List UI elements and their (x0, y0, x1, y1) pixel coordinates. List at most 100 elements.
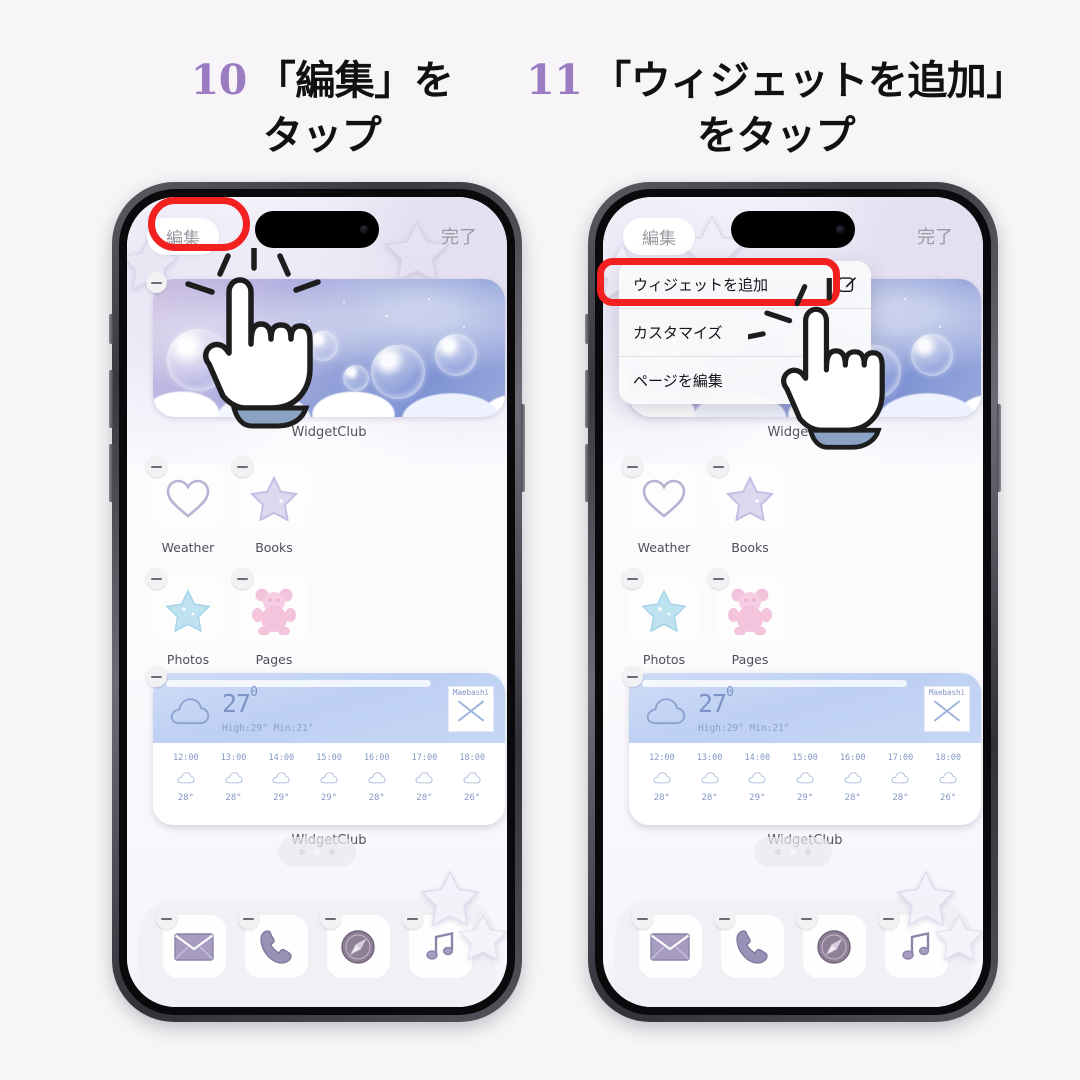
edit-square-icon (838, 277, 857, 293)
phone-mockup-step-10: 編集 完了 WidgetClub Weather Books Photos Pa… (109, 182, 525, 1022)
app-books[interactable]: Books (708, 456, 785, 555)
cloud-icon (368, 772, 386, 784)
edit-button[interactable]: 編集 (623, 217, 695, 255)
app-grid: Weather Books Photos Pages (622, 456, 981, 687)
weather-progress-bar (642, 680, 907, 687)
menu-item-customize[interactable]: カスタマイズ (619, 308, 871, 356)
remove-app-icon[interactable] (232, 456, 253, 477)
app-row: Weather Books (146, 456, 505, 555)
hourly-forecast: 12:00 28° 13:00 28° 14:00 29° 15:00 29° 16:0… (629, 743, 981, 812)
dock-phone[interactable] (713, 908, 784, 978)
page-dot[interactable] (299, 849, 305, 855)
cloud-decoration (153, 367, 505, 417)
cloud-icon (844, 772, 862, 784)
done-button[interactable]: 完了 (441, 223, 481, 249)
dock (615, 899, 971, 1007)
volume-up-button[interactable] (585, 370, 589, 428)
page-dot-active[interactable] (314, 849, 320, 855)
step-10-text2: タップ (262, 113, 382, 160)
tutorial-page: 10 「編集」を タップ 11 「ウィジェットを追加」 をタップ 編集 完了 W… (0, 0, 1080, 1080)
app-weather[interactable]: Weather (146, 456, 223, 555)
remove-app-icon[interactable] (232, 568, 253, 589)
remove-app-icon[interactable] (146, 568, 167, 589)
cloud-icon (653, 772, 671, 784)
menu-item-label: ウィジェットを追加 (633, 276, 769, 294)
remove-app-icon[interactable] (622, 568, 643, 589)
app-pages[interactable]: Pages (708, 568, 785, 667)
remove-app-icon[interactable] (795, 908, 817, 929)
remove-app-icon[interactable] (319, 908, 341, 929)
step-11-text2: をタップ (697, 113, 856, 160)
weather-widget-container[interactable]: 270 High:29° Min:21° Maebashi 12:00 28° … (146, 666, 505, 848)
hour-cell: 18:00 26° (935, 753, 961, 803)
dock-mail[interactable] (631, 908, 702, 978)
hour-cell: 18:00 26° (459, 753, 485, 803)
high-low-temperature: High:29° Min:21° (698, 723, 790, 734)
hour-cell: 16:00 28° (363, 753, 390, 803)
app-label: Weather (161, 540, 215, 555)
hour-cell: 15:00 29° (316, 753, 342, 803)
remove-app-icon[interactable] (708, 568, 729, 589)
hero-widget[interactable] (153, 279, 505, 417)
phone-bezel: 編集 完了 WidgetClub Weather Books Photos Pa… (119, 189, 515, 1015)
silent-switch[interactable] (109, 314, 113, 344)
volume-down-button[interactable] (585, 444, 589, 502)
power-button[interactable] (521, 404, 525, 492)
location-name: Maebashi (928, 688, 966, 697)
remove-app-icon[interactable] (146, 456, 167, 477)
app-weather[interactable]: Weather (622, 456, 699, 555)
remove-app-icon[interactable] (708, 456, 729, 477)
remove-app-icon[interactable] (155, 908, 177, 929)
app-photos[interactable]: Photos (146, 568, 223, 667)
dock-music[interactable] (401, 908, 472, 978)
weather-widget-container[interactable]: 270 High:29° Min:21° Maebashi 12:00 28° … (622, 666, 981, 848)
dock-mail[interactable] (155, 908, 226, 978)
remove-widget-icon[interactable] (146, 272, 167, 293)
cloud-icon (701, 772, 719, 784)
page-dot[interactable] (805, 849, 811, 855)
cloud-icon (170, 698, 210, 725)
page-dot-active[interactable] (790, 849, 796, 855)
menu-item-add-widget[interactable]: ウィジェットを追加 (619, 261, 871, 308)
page-dot[interactable] (775, 849, 781, 855)
high-low-temperature: High:29° Min:21° (222, 723, 314, 734)
volume-down-button[interactable] (109, 444, 113, 502)
hour-cell: 14:00 29° (268, 753, 295, 803)
remove-widget-icon[interactable] (146, 666, 167, 687)
step-10-text1: 「編集」を (255, 58, 454, 104)
dock-safari[interactable] (319, 908, 390, 978)
hero-widget-container[interactable]: WidgetClub (146, 272, 505, 440)
status-bar: 編集 完了 (603, 197, 983, 261)
remove-app-icon[interactable] (713, 908, 735, 929)
power-button[interactable] (997, 404, 1001, 492)
remove-widget-icon[interactable] (622, 666, 643, 687)
current-temperature: 270 (698, 684, 734, 718)
weather-current: 270 High:29° Min:21° (166, 686, 314, 734)
page-indicator[interactable] (278, 837, 356, 867)
done-button[interactable]: 完了 (917, 223, 957, 249)
cloud-icon (796, 772, 814, 784)
location-x-icon (454, 697, 488, 725)
weather-widget[interactable]: 270 High:29° Min:21° Maebashi 12:00 28° … (153, 673, 505, 825)
page-dot[interactable] (329, 849, 335, 855)
status-bar: 編集 完了 (127, 197, 507, 261)
page-indicator[interactable] (754, 837, 832, 867)
remove-app-icon[interactable] (877, 908, 899, 929)
cloud-icon (320, 772, 338, 784)
remove-app-icon[interactable] (401, 908, 423, 929)
app-photos[interactable]: Photos (622, 568, 699, 667)
weather-widget[interactable]: 270 High:29° Min:21° Maebashi 12:00 28° … (629, 673, 981, 825)
volume-up-button[interactable] (109, 370, 113, 428)
edit-button[interactable]: 編集 (147, 217, 219, 255)
dock-safari[interactable] (795, 908, 866, 978)
dock-phone[interactable] (237, 908, 308, 978)
remove-app-icon[interactable] (631, 908, 653, 929)
remove-app-icon[interactable] (237, 908, 259, 929)
app-books[interactable]: Books (232, 456, 309, 555)
menu-item-edit-page[interactable]: ページを編集 (619, 356, 871, 404)
menu-item-label: ページを編集 (633, 372, 723, 390)
silent-switch[interactable] (585, 314, 589, 344)
dock-music[interactable] (877, 908, 948, 978)
remove-app-icon[interactable] (622, 456, 643, 477)
app-pages[interactable]: Pages (232, 568, 309, 667)
